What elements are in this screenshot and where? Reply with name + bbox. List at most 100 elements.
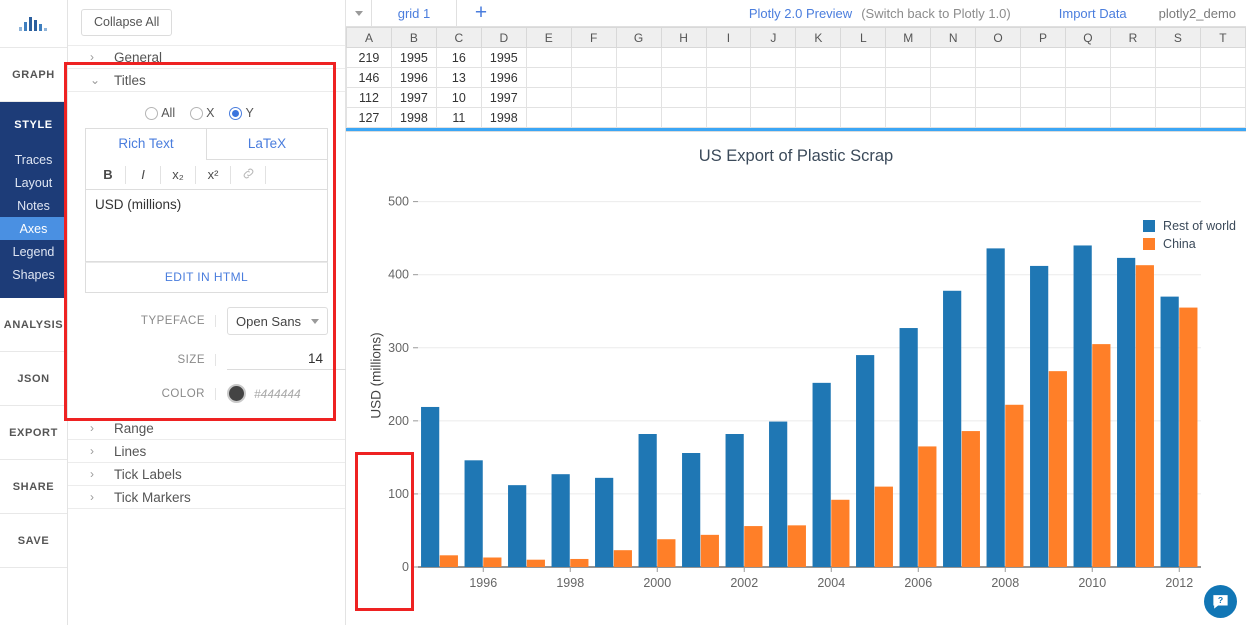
accordion-range[interactable]: › Range (68, 417, 345, 440)
grid-column-header[interactable]: A (346, 27, 392, 48)
grid-column-header[interactable]: B (390, 27, 437, 48)
switch-back-link[interactable]: (Switch back to Plotly 1.0) (861, 0, 1011, 26)
grid-cell[interactable]: 146 (346, 67, 392, 88)
grid-cell[interactable] (1109, 47, 1156, 68)
grid-cell[interactable]: 127 (346, 107, 392, 128)
chart-bar[interactable] (831, 499, 850, 567)
grid-cell[interactable] (570, 107, 617, 128)
superscript-icon[interactable]: x² (199, 167, 227, 182)
grid-cell[interactable] (1020, 87, 1066, 108)
chart-bar[interactable] (787, 525, 806, 567)
chart-bar[interactable] (700, 534, 719, 567)
radio-all[interactable]: All (145, 106, 175, 120)
grid-column-header[interactable]: N (930, 27, 977, 48)
chart-bar[interactable] (595, 477, 614, 567)
grid-cell[interactable] (930, 47, 977, 68)
grid-cell[interactable] (660, 107, 707, 128)
grid-cell[interactable] (1154, 67, 1201, 88)
chart-bar[interactable] (874, 486, 893, 567)
grid-cell[interactable] (750, 87, 797, 108)
chart-bar[interactable] (439, 555, 458, 567)
grid-cell[interactable] (570, 47, 617, 68)
grid-column-header[interactable]: D (480, 27, 527, 48)
grid-cell[interactable] (795, 67, 842, 88)
rail-item-json[interactable]: JSON (0, 352, 67, 406)
grid-cell[interactable] (1199, 107, 1246, 128)
chart-bar[interactable] (961, 431, 980, 567)
chart-bar[interactable] (508, 485, 527, 567)
grid-cell[interactable] (885, 47, 932, 68)
chart-bar[interactable] (551, 474, 570, 567)
edit-in-html-button[interactable]: EDIT IN HTML (85, 262, 328, 293)
bold-icon[interactable]: B (94, 167, 122, 182)
chart-bar[interactable] (613, 550, 632, 567)
accordion-tick-labels[interactable]: › Tick Labels (68, 463, 345, 486)
sidebar-item-shapes[interactable]: Shapes (0, 263, 67, 286)
chart-bar[interactable] (812, 382, 831, 567)
grid-cell[interactable] (660, 87, 707, 108)
grid-cell[interactable] (615, 87, 662, 108)
grid-cell[interactable] (705, 67, 752, 88)
tab-latex[interactable]: LaTeX (206, 129, 327, 160)
grid-cell[interactable] (1154, 47, 1201, 68)
grid-cell[interactable] (750, 47, 797, 68)
grid-cell[interactable] (795, 47, 842, 68)
typeface-select[interactable]: Open Sans (227, 307, 328, 335)
sidebar-item-traces[interactable]: Traces (0, 148, 67, 171)
chart-bar[interactable] (570, 558, 589, 567)
chart-bar[interactable] (1179, 307, 1198, 567)
chart-bar[interactable] (682, 453, 701, 567)
grid-column-header[interactable]: R (1109, 27, 1156, 48)
rail-item-export[interactable]: EXPORT (0, 406, 67, 460)
grid-cell[interactable]: 11 (435, 107, 482, 128)
grid-cell[interactable] (1065, 87, 1111, 108)
collapse-all-button[interactable]: Collapse All (81, 9, 173, 36)
grid-cell[interactable] (975, 87, 1022, 108)
chart-bar[interactable] (918, 446, 937, 567)
grid-column-header[interactable]: O (975, 27, 1022, 48)
chart-bar[interactable] (725, 434, 744, 567)
chart-bar[interactable] (1092, 344, 1111, 567)
chart-bar[interactable] (421, 406, 440, 567)
grid-column-header[interactable]: C (435, 27, 482, 48)
grid-cell[interactable]: 10 (435, 87, 482, 108)
grid-cell[interactable] (1199, 67, 1246, 88)
grid-cell[interactable] (1154, 87, 1201, 108)
grid-column-header[interactable]: E (525, 27, 572, 48)
chart-bar[interactable] (1030, 265, 1049, 567)
grid-column-header[interactable]: H (660, 27, 707, 48)
rail-item-style[interactable]: STYLE (0, 102, 67, 148)
grid-cell[interactable] (750, 107, 797, 128)
grid-column-header[interactable]: Q (1065, 27, 1111, 48)
chart-bar[interactable] (1160, 296, 1179, 567)
grid-cell[interactable]: 1998 (480, 107, 527, 128)
italic-icon[interactable]: I (129, 167, 157, 182)
grid-column-header[interactable]: F (570, 27, 617, 48)
grid-cell[interactable]: 1997 (390, 87, 437, 108)
grid-cell[interactable] (795, 87, 842, 108)
grid-cell[interactable] (930, 107, 977, 128)
color-swatch[interactable] (227, 384, 246, 403)
grid-cell[interactable]: 1997 (480, 87, 527, 108)
grid-cell[interactable] (840, 87, 887, 108)
chart-bar[interactable] (1005, 404, 1024, 567)
grid-cell[interactable] (615, 107, 662, 128)
grid-column-header[interactable]: T (1199, 27, 1246, 48)
grid-cell[interactable] (1109, 107, 1156, 128)
grid-cell[interactable]: 1995 (480, 47, 527, 68)
add-grid-tab-icon[interactable]: + (457, 0, 505, 26)
chart-bar[interactable] (1048, 371, 1067, 567)
grid-cell[interactable] (705, 107, 752, 128)
chart-bar[interactable] (638, 434, 657, 567)
chart-bar[interactable] (657, 539, 676, 567)
accordion-tick-markers[interactable]: › Tick Markers (68, 486, 345, 509)
grid-cell[interactable] (570, 67, 617, 88)
chart-bar[interactable] (744, 526, 763, 567)
grid-cell[interactable] (705, 87, 752, 108)
grid-cell[interactable] (615, 47, 662, 68)
grid-cell[interactable]: 16 (435, 47, 482, 68)
sidebar-item-notes[interactable]: Notes (0, 194, 67, 217)
grid-cell[interactable] (885, 107, 932, 128)
radio-y[interactable]: Y (229, 106, 254, 120)
plotly-logo-icon[interactable] (0, 0, 67, 48)
